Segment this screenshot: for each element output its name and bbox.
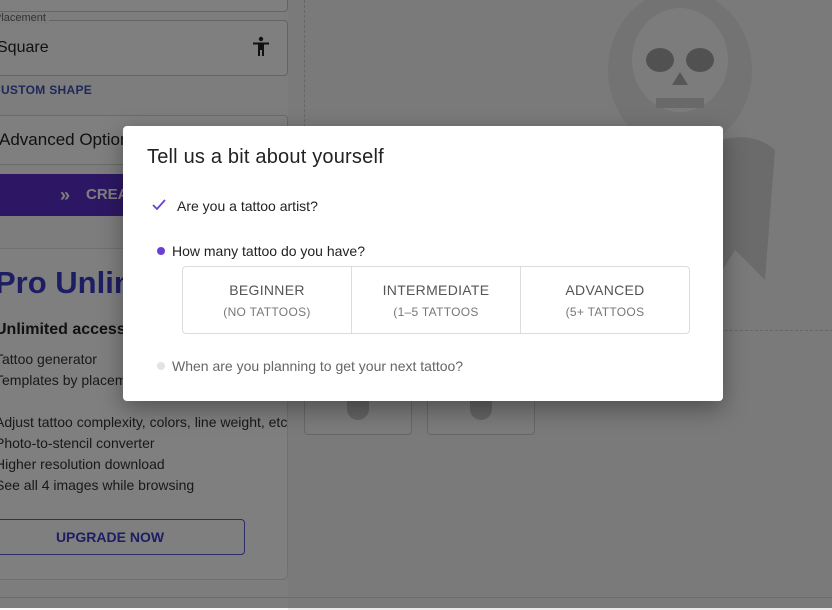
active-step-dot-icon [157,247,165,255]
option-intermediate[interactable]: INTERMEDIATE (1–5 TATTOOS [352,267,521,333]
option-beginner[interactable]: BEGINNER (NO TATTOOS) [183,267,352,333]
dialog-title: Tell us a bit about yourself [147,146,384,168]
step-label: How many tattoo do you have? [172,243,366,259]
check-icon [152,199,166,211]
option-title: INTERMEDIATE [382,282,490,298]
option-advanced[interactable]: ADVANCED (5+ TATTOOS [521,267,689,333]
option-subtitle: (NO TATTOOS) [223,305,311,319]
pending-step-dot-icon [157,362,165,370]
tattoo-count-options: BEGINNER (NO TATTOOS) INTERMEDIATE (1–5 … [182,266,690,334]
option-title: ADVANCED [565,282,645,298]
option-title: BEGINNER [229,282,305,298]
option-subtitle: (5+ TATTOOS [565,305,645,319]
step-label: When are you planning to get your next t… [172,358,464,374]
step-label: Are you a tattoo artist? [177,198,318,214]
onboarding-dialog: Tell us a bit about yourself Are you a t… [123,126,723,401]
option-subtitle: (1–5 TATTOOS [393,305,479,319]
